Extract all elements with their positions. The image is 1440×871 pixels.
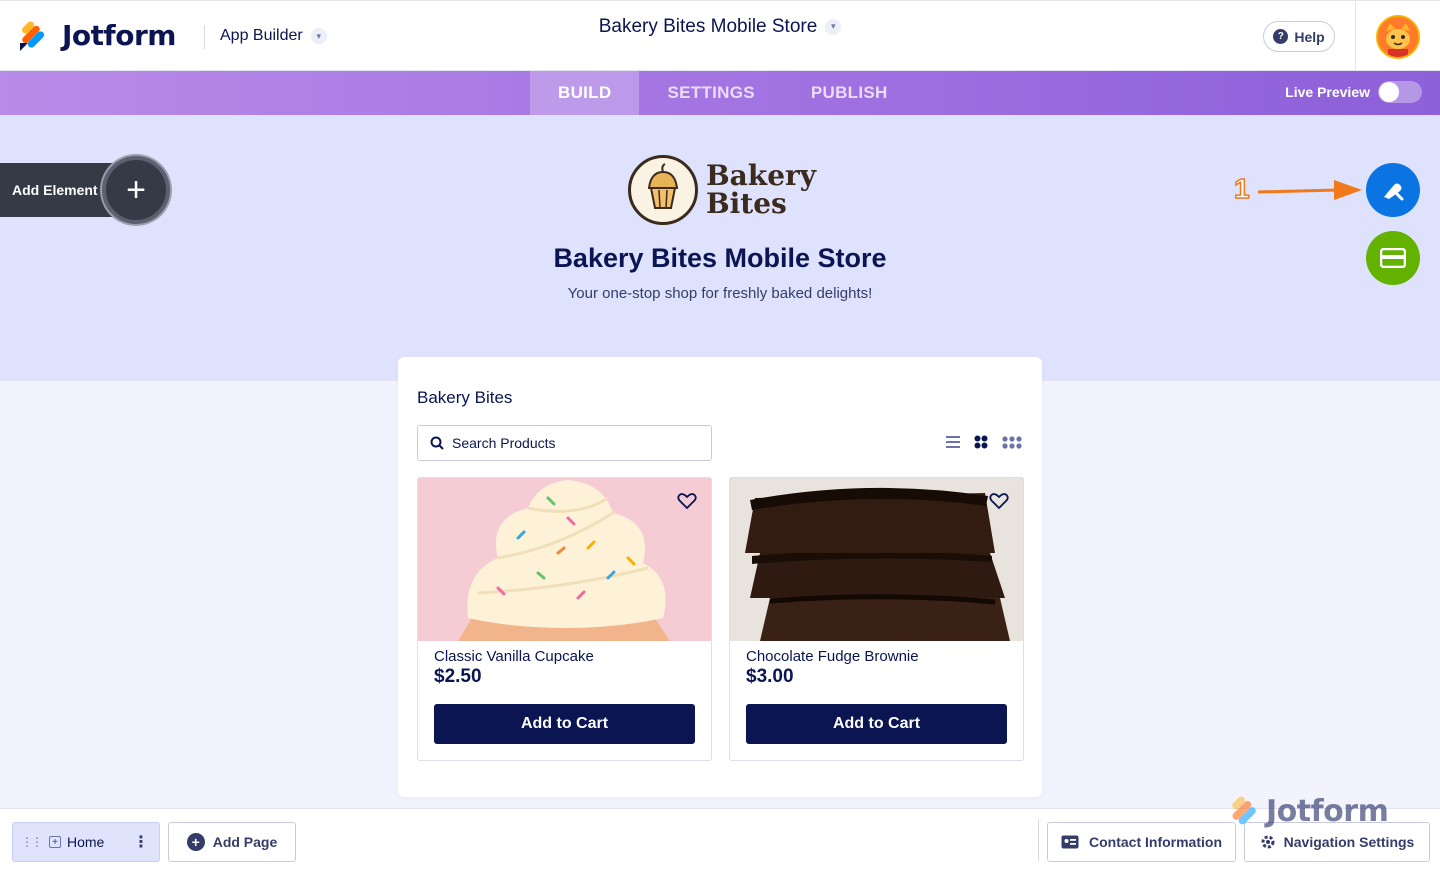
tab-build[interactable]: BUILD xyxy=(530,71,640,115)
search-icon xyxy=(430,436,444,450)
cupcake-image xyxy=(418,478,711,641)
top-header: Jotform App Builder ▾ Bakery Bites Mobil… xyxy=(0,0,1440,71)
live-preview: Live Preview xyxy=(1285,81,1422,103)
brownie-image xyxy=(730,478,1023,641)
app-title: Bakery Bites Mobile Store xyxy=(598,16,818,37)
store-title: Bakery Bites xyxy=(417,388,513,407)
app-title-dropdown[interactable]: Bakery Bites Mobile Store ▾ xyxy=(0,16,1440,38)
annotation-number: 1 xyxy=(1233,172,1250,205)
drag-handle-icon[interactable]: ⋮⋮ xyxy=(21,835,43,849)
user-avatar[interactable] xyxy=(1376,15,1420,59)
builder-nav-bar: BUILD SETTINGS PUBLISH Live Preview xyxy=(0,71,1440,115)
product-card[interactable]: Classic Vanilla Cupcake $2.50 Add to Car… xyxy=(417,477,712,761)
chevron-down-icon: ▾ xyxy=(825,18,842,35)
product-price: $2.50 xyxy=(434,666,482,687)
paint-roller-icon xyxy=(1384,183,1404,201)
hero-title: Bakery Bites Mobile Store xyxy=(553,243,887,273)
question-icon: ? xyxy=(1273,29,1289,44)
pages-bottom-bar: ⋮⋮ + Home ⋮ + Add Page Contact Informati… xyxy=(0,808,1440,871)
plus-circle-icon: + xyxy=(186,833,205,851)
page-home-label: Home xyxy=(67,834,105,850)
add-to-cart-button[interactable]: Add to Cart xyxy=(434,704,695,744)
muffin-icon xyxy=(628,155,698,225)
tab-settings[interactable]: SETTINGS xyxy=(639,71,782,115)
compact-grid-view-icon[interactable] xyxy=(1002,435,1022,449)
hero-subtitle: Your one-stop shop for freshly baked del… xyxy=(567,285,873,302)
navigation-label: Navigation Settings xyxy=(1283,834,1415,850)
bottom-divider xyxy=(1038,819,1039,861)
live-preview-label: Live Preview xyxy=(1285,84,1370,100)
help-button[interactable]: ? Help xyxy=(1263,21,1335,52)
gear-icon xyxy=(1261,835,1275,849)
contact-card-icon xyxy=(1061,835,1079,849)
product-price: $3.00 xyxy=(746,666,794,687)
tab-publish[interactable]: PUBLISH xyxy=(783,71,916,115)
bakery-logo[interactable]: Bakery Bites xyxy=(628,155,816,225)
search-placeholder: Search Products xyxy=(452,435,556,451)
product-grid: Classic Vanilla Cupcake $2.50 Add to Car… xyxy=(417,477,1024,761)
heart-icon[interactable] xyxy=(989,492,1009,510)
contact-information-button[interactable]: Contact Information xyxy=(1047,822,1236,862)
app-header-section[interactable]: Bakery Bites Bakery Bites Mobile Store Y… xyxy=(0,115,1440,381)
brand-line-1: Bakery xyxy=(706,159,817,192)
bakery-logo-text: Bakery Bites xyxy=(706,162,816,218)
add-page-button[interactable]: + Add Page xyxy=(168,822,296,862)
header-separator xyxy=(1355,1,1356,71)
credit-card-icon xyxy=(1380,248,1406,268)
plus-icon[interactable]: + xyxy=(102,156,170,224)
product-name: Chocolate Fudge Brownie xyxy=(746,648,919,665)
avatar-face-icon xyxy=(1378,17,1418,57)
add-to-cart-button[interactable]: Add to Cart xyxy=(746,704,1007,744)
add-page-label: Add Page xyxy=(212,834,278,850)
annotation-arrow-icon xyxy=(1257,180,1362,200)
view-toggle xyxy=(946,435,1022,449)
page-plus-icon: + xyxy=(49,836,61,848)
search-products-input[interactable]: Search Products xyxy=(417,425,712,461)
payment-settings-button[interactable] xyxy=(1366,231,1420,285)
live-preview-toggle[interactable] xyxy=(1378,81,1422,103)
product-card[interactable]: Chocolate Fudge Brownie $3.00 Add to Car… xyxy=(729,477,1024,761)
contact-label: Contact Information xyxy=(1089,834,1222,850)
more-options-icon[interactable]: ⋮ xyxy=(133,832,149,852)
help-label: Help xyxy=(1294,28,1325,45)
page-tab-home[interactable]: ⋮⋮ + Home ⋮ xyxy=(12,822,160,862)
app-designer-button[interactable] xyxy=(1366,163,1420,217)
brand-line-2: Bites xyxy=(706,187,787,220)
list-view-icon[interactable] xyxy=(946,436,960,448)
builder-tabs: BUILD SETTINGS PUBLISH xyxy=(530,71,916,115)
store-products-card[interactable]: Bakery Bites Search Products Classic Van… xyxy=(398,357,1042,797)
grid-view-icon[interactable] xyxy=(974,435,988,449)
product-name: Classic Vanilla Cupcake xyxy=(434,648,594,665)
add-element-label: Add Element xyxy=(12,182,98,198)
navigation-settings-button[interactable]: Navigation Settings xyxy=(1244,822,1430,862)
heart-icon[interactable] xyxy=(677,492,697,510)
